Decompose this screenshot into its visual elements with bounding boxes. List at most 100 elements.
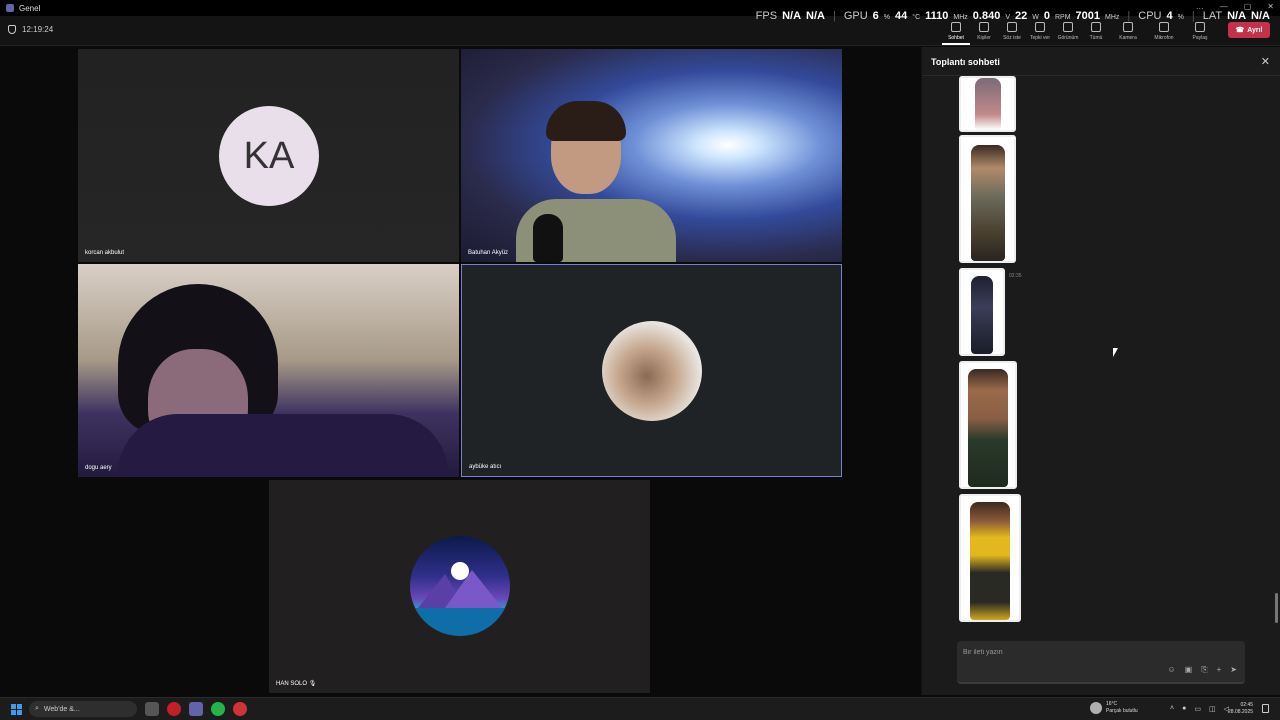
weather-temp: 16°C [1106,701,1118,707]
taskbar-search[interactable]: ⌕ Web'de &... [29,701,137,717]
cpu-label: CPU [1138,10,1162,22]
weather-desc: Parçalı bulutlu [1106,708,1138,714]
attach-icon[interactable]: ⎘ [1201,665,1207,675]
task-view-icon[interactable] [145,702,159,716]
gif-icon[interactable]: ▣ [1185,665,1193,675]
react-button-label: Tepki ver [1029,35,1050,41]
microphone-icon [1159,22,1169,32]
video-tile[interactable]: dogu aery [78,264,459,477]
camera-button[interactable]: Kamera [1110,19,1146,45]
mem-clock-unit: MHz [1105,14,1120,21]
weather-icon [1090,702,1102,714]
teams-app-icon [6,4,14,12]
participant-name-text: HAN SOLO [276,681,308,687]
participant-name: korcan akbulut [85,250,125,256]
notification-icon[interactable] [1262,704,1269,713]
close-icon[interactable]: ✕ [1261,55,1270,68]
gpu-util: 6 [872,10,879,22]
opera-gx-icon[interactable] [233,702,247,716]
view-button-label: Görünüm [1057,35,1079,41]
gpu-volt: 0.840 [972,10,1001,22]
plus-icon[interactable]: + [1217,665,1222,675]
lat-value: N/A [1227,10,1247,22]
taskbar-search-text: Web'de &... [43,705,80,713]
gpu-power: 22 [1015,10,1028,22]
participant-name: Batuhan Akyüz [468,250,509,256]
participant-name: HAN SOLO 🎙 [276,680,316,687]
more-icon [1091,22,1101,32]
chat-image-message[interactable] [959,361,1017,489]
chat-image-message[interactable] [959,494,1021,622]
display-icon[interactable]: ▭ [1194,705,1201,713]
compose-tools: ☺ ▣ ⎘ + ➤ [1167,665,1237,675]
chat-button[interactable]: Sohbet [942,19,970,45]
gpu-util-unit: % [883,14,891,21]
more-button[interactable]: Tümü [1082,19,1110,45]
overlay-separator: | [832,10,836,22]
mouse-cursor [1113,348,1118,357]
start-button[interactable] [11,704,22,715]
raise-hand-button[interactable]: Söz iste [998,19,1026,45]
chat-image-message[interactable] [959,76,1016,132]
video-tile[interactable]: KA korcan akbulut [78,49,459,262]
weather-text: 16°C Parçalı bulutlu [1106,701,1138,715]
mem-clock: 7001 [1075,10,1101,22]
send-icon[interactable]: ➤ [1230,665,1237,675]
avatar [410,536,510,636]
video-tile[interactable]: HAN SOLO 🎙 [269,480,650,693]
character-image [971,276,993,354]
mic-button[interactable]: Mikrofon [1146,19,1182,45]
mountain-image [410,570,510,636]
emoji-icon[interactable]: ☺ [1167,665,1175,675]
chat-image-message[interactable] [959,135,1016,263]
grid-icon [1063,22,1073,32]
gpu-clock-unit: MHz [953,14,968,21]
more-button-label: Tümü [1089,35,1103,41]
chat-image-message[interactable] [959,268,1005,356]
microphone-icon[interactable]: ● [1182,705,1186,713]
clock-date: 28.08.2025 [1228,709,1254,715]
meeting-chat-panel: Toplantı sohbeti ✕ 02:35 ☺ ▣ ⎘ + ➤ [921,47,1280,695]
cpu-util: 4 [1166,10,1173,22]
people-button-label: Kişiler [977,35,991,41]
chevron-up-icon[interactable]: ˄ [1170,705,1174,713]
gpu-temp-unit: °C [912,14,921,21]
gpu-label: GPU [843,10,868,22]
teams-icon[interactable] [189,702,203,716]
taskbar-clock[interactable]: 02:45 28.08.2025 [1228,702,1253,716]
whatsapp-icon[interactable] [211,702,225,716]
participant-video [118,414,448,477]
message-input[interactable] [963,646,1233,658]
meeting-toolbar: Sohbet Kişiler Söz iste Tepki ver Görünü… [942,19,1218,45]
avatar: KA [219,106,319,206]
character-image [968,369,1008,487]
system-tray: ˄ ● ▭ ◫ ◁ [1170,705,1229,713]
gpu-temp: 44 [895,10,908,22]
video-tile-active-speaker[interactable]: aybüke atıcı [461,264,842,477]
muted-mic-icon: 🎙 [308,681,317,687]
react-button[interactable]: Tepki ver [1026,19,1054,45]
share-button-label: Paylaş [1192,35,1208,41]
camera-button-label: Kamera [1119,35,1137,41]
view-button[interactable]: Görünüm [1054,19,1082,45]
weather-widget[interactable]: 16°C Parçalı bulutlu [1090,701,1138,715]
taskbar-apps [145,702,247,716]
video-tile[interactable]: Batuhan Akyüz [461,49,842,262]
performance-overlay: FPS N/A N/A | GPU 6% 44 °C 1110 MHz 0.840 V… [756,10,1270,22]
meeting-timer-text: 12:19:24 [22,25,54,34]
fan-unit: RPM [1054,14,1071,21]
character-image [970,502,1010,620]
people-button[interactable]: Kişiler [970,19,998,45]
share-button[interactable]: Paylaş [1182,19,1218,45]
search-icon: ⌕ [35,705,39,712]
opera-icon[interactable] [167,702,181,716]
smiley-icon [1035,22,1045,32]
message-timestamp: 02:35 [1009,273,1022,279]
leave-button[interactable]: ☎ Ayrıl [1228,22,1270,38]
chat-button-label: Sohbet [948,35,964,41]
microphone-prop [533,214,563,262]
network-icon[interactable]: ◫ [1209,705,1216,713]
window-title: Genel [19,3,41,13]
chat-scrollbar[interactable] [1275,593,1278,623]
chat-icon [951,22,961,32]
